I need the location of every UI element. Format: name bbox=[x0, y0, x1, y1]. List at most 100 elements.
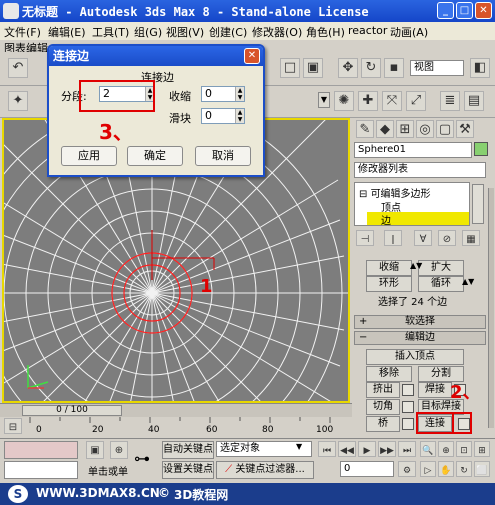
stack-scrollbar[interactable] bbox=[472, 184, 484, 224]
zoom-all-icon[interactable]: ⊕ bbox=[438, 441, 454, 457]
close-icon[interactable]: ✕ bbox=[475, 2, 492, 19]
spinner-icon[interactable]: ▲▼ bbox=[462, 277, 474, 286]
dropdown-arrow-icon[interactable]: ▼ bbox=[296, 442, 302, 451]
key-filters-button[interactable]: ⟋ 关键点过滤器... bbox=[216, 461, 314, 479]
configure-sets-icon[interactable]: ▦ bbox=[462, 230, 480, 246]
add-icon[interactable]: ✚ bbox=[358, 91, 378, 111]
move-icon[interactable]: ✥ bbox=[338, 58, 358, 78]
remove-button[interactable]: 移除 bbox=[366, 366, 412, 382]
menu-edit[interactable]: 编辑(E) bbox=[48, 24, 86, 40]
select-region-icon[interactable]: □ bbox=[280, 58, 300, 78]
motion-tab-icon[interactable]: ◎ bbox=[416, 120, 434, 138]
menu-character[interactable]: 角色(H) bbox=[306, 24, 345, 40]
chamfer-settings-icon[interactable] bbox=[402, 401, 414, 413]
spinner-icon[interactable]: ▲▼ bbox=[410, 261, 422, 270]
insert-vertex-button[interactable]: 插入顶点 bbox=[366, 349, 464, 365]
light-icon[interactable]: ✺ bbox=[334, 91, 354, 111]
maxscript-listener[interactable] bbox=[4, 441, 78, 459]
menu-file[interactable]: 文件(F) bbox=[4, 24, 41, 40]
pinch-spinner[interactable]: 0 ▲ ▼ bbox=[201, 86, 245, 102]
extrude-settings-icon[interactable] bbox=[402, 384, 414, 396]
object-color-swatch[interactable] bbox=[474, 142, 488, 156]
tick-label: 0 bbox=[36, 425, 42, 435]
spinner-arrows-icon[interactable]: ▲ ▼ bbox=[235, 87, 244, 101]
set-key-button[interactable]: 设置关键点 bbox=[162, 461, 214, 479]
key-icon[interactable]: ⊶ bbox=[134, 449, 150, 468]
time-slider[interactable]: 0 / 100 bbox=[0, 403, 352, 417]
create-tab-icon[interactable]: ✎ bbox=[356, 120, 374, 138]
soft-selection-rollout[interactable]: + 软选择 bbox=[354, 315, 486, 329]
modifier-list-dropdown[interactable]: 修改器列表 bbox=[354, 162, 486, 178]
slide-spinner[interactable]: 0 ▲ ▼ bbox=[201, 108, 245, 124]
maximize-viewport-icon[interactable]: ⬜ bbox=[474, 461, 490, 477]
pivot-icon[interactable]: ◧ bbox=[470, 58, 490, 78]
bridge-button[interactable]: 桥 bbox=[366, 416, 400, 432]
edit-edges-rollout[interactable]: − 编辑边 bbox=[354, 331, 486, 345]
transform-icon[interactable]: ⤧ bbox=[382, 91, 402, 111]
cancel-button[interactable]: 取消 bbox=[195, 146, 251, 166]
align-icon[interactable]: ⤢ bbox=[406, 91, 426, 111]
previous-frame-icon[interactable]: ◀◀ bbox=[338, 441, 356, 457]
extrude-button[interactable]: 挤出 bbox=[366, 382, 400, 398]
go-to-start-icon[interactable]: ⏮ bbox=[318, 441, 336, 457]
absolute-mode-icon[interactable]: ⊕ bbox=[110, 441, 128, 459]
undo-icon[interactable]: ↶ bbox=[8, 58, 28, 78]
spinner-arrows-icon[interactable]: ▲ ▼ bbox=[235, 109, 244, 123]
dialog-close-icon[interactable]: ✕ bbox=[244, 48, 260, 64]
layers-icon[interactable]: ≣ bbox=[440, 91, 460, 111]
show-end-result-icon[interactable]: ǀ bbox=[384, 230, 402, 246]
selection-lock-icon[interactable]: ▣ bbox=[86, 441, 104, 459]
auto-key-button[interactable]: 自动关键点 bbox=[162, 441, 214, 459]
make-unique-icon[interactable]: ∀ bbox=[414, 230, 432, 246]
prompt-field[interactable] bbox=[4, 461, 78, 479]
remove-modifier-icon[interactable]: ⊘ bbox=[438, 230, 456, 246]
minimize-icon[interactable]: _ bbox=[437, 2, 454, 19]
curve-editor-icon[interactable]: ▤ bbox=[464, 91, 484, 111]
current-frame-field[interactable]: 0 bbox=[340, 461, 394, 477]
next-frame-icon[interactable]: ▶▶ bbox=[378, 441, 396, 457]
pan-icon[interactable]: ✋ bbox=[438, 461, 454, 477]
grow-button[interactable]: 扩大 bbox=[418, 260, 464, 276]
ok-button[interactable]: 确定 bbox=[127, 146, 183, 166]
menu-group[interactable]: 组(G) bbox=[134, 24, 162, 40]
ring-button[interactable]: 环形 bbox=[366, 276, 412, 292]
modify-tab-icon[interactable]: ◆ bbox=[376, 120, 394, 138]
time-config-icon[interactable]: ⚙ bbox=[398, 461, 416, 477]
bridge-settings-icon[interactable] bbox=[402, 418, 414, 430]
shrink-button[interactable]: 收缩 bbox=[366, 260, 412, 276]
track-bar[interactable]: ⊟ 0 20 40 60 80 100 bbox=[0, 417, 352, 437]
pin-stack-icon[interactable]: ⊣ bbox=[356, 230, 374, 246]
snap-icon[interactable]: ✦ bbox=[8, 91, 28, 111]
menu-tools[interactable]: 工具(T) bbox=[92, 24, 129, 40]
time-slider-thumb[interactable]: 0 / 100 bbox=[22, 405, 122, 416]
fov-icon[interactable]: ▷ bbox=[420, 461, 436, 477]
menu-modifiers[interactable]: 修改器(O) bbox=[252, 24, 302, 40]
zoom-extents-icon[interactable]: ⊡ bbox=[456, 441, 472, 457]
orbit-icon[interactable]: ↻ bbox=[456, 461, 472, 477]
apply-button[interactable]: 应用 bbox=[61, 146, 117, 166]
hierarchy-tab-icon[interactable]: ⊞ bbox=[396, 120, 414, 138]
play-icon[interactable]: ▶ bbox=[358, 441, 376, 457]
dropdown-arrow-icon[interactable]: ▼ bbox=[318, 92, 330, 108]
display-tab-icon[interactable]: ▢ bbox=[436, 120, 454, 138]
menu-animation[interactable]: 动画(A) bbox=[390, 24, 428, 40]
scale-icon[interactable]: ▪ bbox=[384, 58, 404, 78]
menu-views[interactable]: 视图(V) bbox=[166, 24, 204, 40]
menu-create[interactable]: 创建(C) bbox=[209, 24, 247, 40]
object-name-field[interactable]: Sphere01 bbox=[354, 142, 472, 158]
reference-coord-select[interactable]: 视图 bbox=[410, 60, 464, 76]
zoom-icon[interactable]: 🔍 bbox=[420, 441, 436, 457]
stack-root[interactable]: ⊟ 可编辑多边形 bbox=[359, 185, 431, 200]
zoom-extents-all-icon[interactable]: ⊞ bbox=[474, 441, 490, 457]
window-crossing-icon[interactable]: ▣ bbox=[303, 58, 323, 78]
weld-button[interactable]: 焊接 bbox=[418, 382, 452, 398]
stack-edge[interactable]: 边 bbox=[367, 212, 469, 227]
maximize-icon[interactable]: □ bbox=[456, 2, 473, 19]
rotate-icon[interactable]: ↻ bbox=[361, 58, 381, 78]
go-to-end-icon[interactable]: ⏭ bbox=[398, 441, 416, 457]
panel-scrollbar[interactable] bbox=[488, 188, 494, 428]
chamfer-button[interactable]: 切角 bbox=[366, 399, 400, 415]
utilities-tab-icon[interactable]: ⚒ bbox=[456, 120, 474, 138]
loop-button[interactable]: 循环 bbox=[418, 276, 464, 292]
menu-reactor[interactable]: reactor bbox=[348, 24, 387, 37]
